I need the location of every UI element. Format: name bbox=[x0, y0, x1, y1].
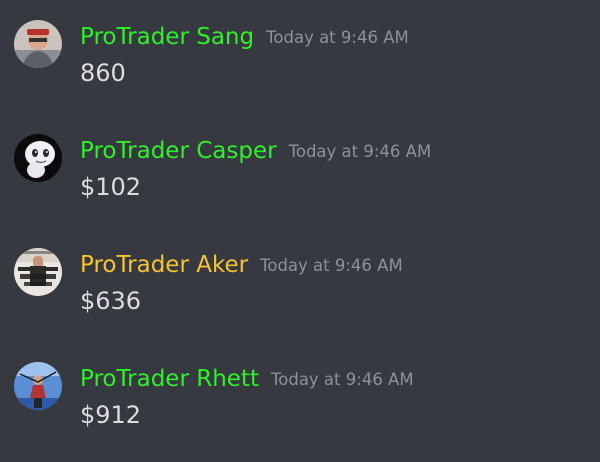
user-avatar[interactable] bbox=[14, 20, 62, 68]
message-item: ProTrader Rhett Today at 9:46 AM $912 bbox=[0, 362, 600, 462]
username[interactable]: ProTrader Aker bbox=[80, 252, 248, 278]
username[interactable]: ProTrader Sang bbox=[80, 24, 254, 50]
ghost-icon bbox=[14, 134, 62, 182]
user-photo-icon bbox=[14, 362, 62, 410]
message-header: ProTrader Casper Today at 9:46 AM bbox=[80, 136, 431, 167]
message-item: ProTrader Sang Today at 9:46 AM 860 bbox=[0, 20, 600, 120]
timestamp: Today at 9:46 AM bbox=[270, 370, 414, 389]
message-content: $636 bbox=[80, 287, 142, 315]
user-avatar[interactable] bbox=[14, 134, 62, 182]
timestamp: Today at 9:46 AM bbox=[266, 28, 409, 47]
message-content: $102 bbox=[80, 173, 142, 201]
message-header: ProTrader Rhett Today at 9:46 AM bbox=[80, 364, 414, 395]
message-header: ProTrader Sang Today at 9:46 AM bbox=[80, 22, 409, 53]
user-avatar[interactable] bbox=[14, 248, 62, 296]
username[interactable]: ProTrader Casper bbox=[80, 138, 277, 164]
message-content: $912 bbox=[80, 401, 142, 429]
message-content: 860 bbox=[80, 59, 126, 87]
timestamp: Today at 9:46 AM bbox=[260, 256, 403, 275]
message-item: ProTrader Casper Today at 9:46 AM $102 bbox=[0, 134, 600, 234]
message-header: ProTrader Aker Today at 9:46 AM bbox=[80, 250, 403, 281]
user-avatar[interactable] bbox=[14, 362, 62, 410]
user-photo-icon bbox=[14, 20, 62, 68]
username[interactable]: ProTrader Rhett bbox=[80, 366, 259, 392]
meme-image-icon bbox=[14, 248, 62, 296]
timestamp: Today at 9:46 AM bbox=[288, 142, 432, 161]
message-item: ProTrader Aker Today at 9:46 AM $636 bbox=[0, 248, 600, 348]
